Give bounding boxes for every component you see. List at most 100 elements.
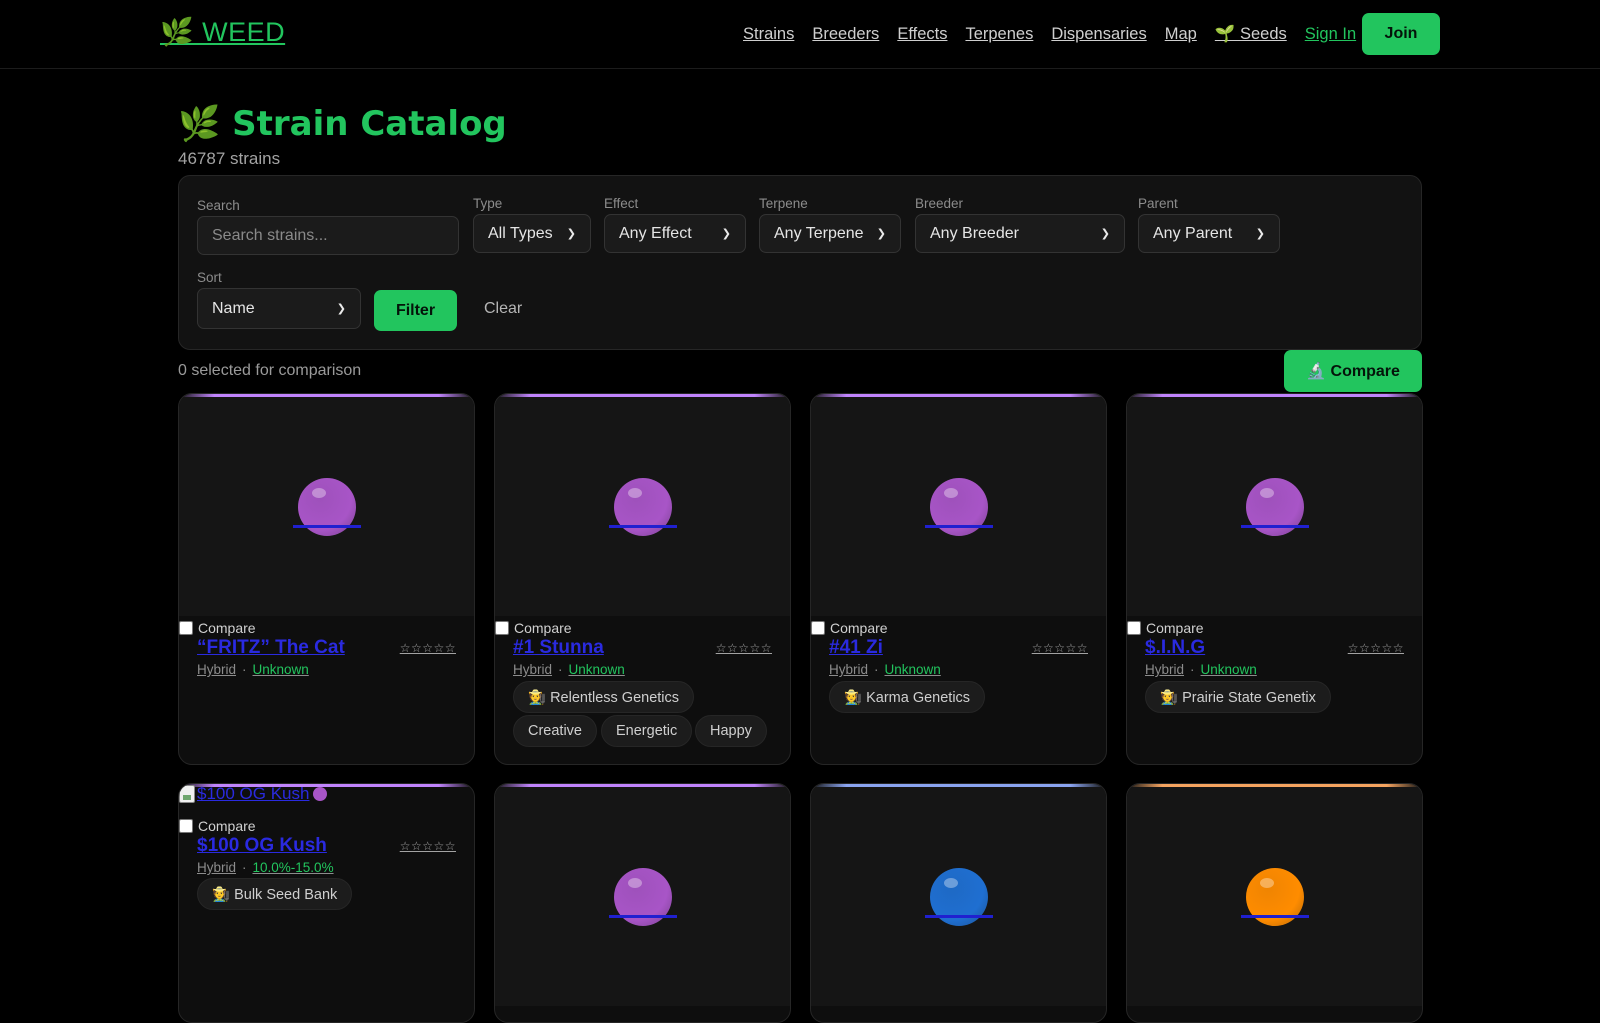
search-group: Search Search strains...: [197, 198, 459, 255]
strain-card: Compare $.I.N.G ☆☆☆☆☆ Hybrid · Unknown 🧑‍🌾…: [1126, 393, 1423, 765]
image-link-underline: [1240, 525, 1309, 528]
broken-image-icon: [179, 785, 195, 803]
filter-button[interactable]: Filter: [374, 290, 457, 331]
nav-sign-in[interactable]: Sign In: [1305, 25, 1356, 44]
compare-button[interactable]: 🔬 Compare: [1284, 350, 1422, 392]
breeder-label: Breeder: [915, 196, 964, 211]
strain-image-placeholder[interactable]: [495, 784, 790, 1006]
strain-image-placeholder[interactable]: [495, 394, 790, 616]
strain-image-placeholder[interactable]: [179, 394, 474, 616]
effect-tag[interactable]: Happy: [695, 715, 767, 747]
chevron-down-icon: ❯: [566, 228, 576, 240]
breeder-pill[interactable]: 🧑‍🌾 Prairie State Genetix: [1145, 681, 1331, 713]
strain-image-placeholder[interactable]: [1127, 784, 1422, 1006]
type-label: Type: [473, 196, 503, 211]
compare-checkbox[interactable]: [811, 621, 825, 635]
nav-seeds[interactable]: 🌱 Seeds: [1215, 25, 1287, 44]
strain-image-placeholder[interactable]: [811, 784, 1106, 1006]
terpene-value: Any Terpene: [774, 224, 864, 242]
strain-card: Compare “FRITZ” The Cat ☆☆☆☆☆ Hybrid · Unk…: [178, 393, 475, 765]
star-rating[interactable]: ☆☆☆☆☆: [1348, 641, 1404, 655]
nav-dispensaries[interactable]: Dispensaries: [1051, 25, 1146, 44]
card-accent-line: [495, 394, 790, 397]
sort-group: Sort Name ❯: [197, 270, 361, 329]
breeder-pill[interactable]: 🧑‍🌾 Relentless Genetics: [513, 681, 695, 713]
broken-image-link[interactable]: $100 OG Kush: [179, 784, 328, 804]
strain-name-link[interactable]: “FRITZ” The Cat: [197, 637, 345, 659]
nav-breeders[interactable]: Breeders: [812, 25, 879, 44]
strain-meta: Hybrid · Unknown: [829, 662, 941, 677]
chevron-down-icon: ❯: [1100, 228, 1110, 240]
image-link-underline: [924, 525, 993, 528]
image-link-underline: [924, 915, 993, 918]
effect-tag[interactable]: Energetic: [601, 715, 693, 747]
compare-label: Compare: [198, 818, 256, 834]
compare-checkbox[interactable]: [179, 621, 193, 635]
compare-label: Compare: [514, 620, 572, 636]
strain-name-link[interactable]: $.I.N.G: [1145, 637, 1205, 659]
compare-checkbox-row[interactable]: Compare: [495, 620, 572, 636]
nav-effects[interactable]: Effects: [897, 25, 947, 44]
nav-map[interactable]: Map: [1165, 25, 1197, 44]
star-rating[interactable]: ☆☆☆☆☆: [400, 641, 456, 655]
terpene-select[interactable]: Any Terpene ❯: [759, 214, 901, 253]
effect-group: Effect Any Effect ❯: [604, 196, 746, 253]
compare-checkbox[interactable]: [179, 819, 193, 833]
effect-select[interactable]: Any Effect ❯: [604, 214, 746, 253]
compare-checkbox[interactable]: [1127, 621, 1141, 635]
search-input[interactable]: Search strains...: [197, 216, 459, 255]
search-label: Search: [197, 198, 240, 213]
image-link-underline: [608, 525, 677, 528]
strain-type: Hybrid: [829, 662, 869, 677]
card-accent-line: [811, 784, 1106, 787]
strain-name-link[interactable]: #41 Zi: [829, 637, 883, 659]
effect-tag[interactable]: Creative: [513, 715, 597, 747]
thc-range: Unknown: [252, 662, 309, 677]
parent-value: Any Parent: [1153, 224, 1233, 242]
nav-terpenes[interactable]: Terpenes: [965, 25, 1033, 44]
type-select[interactable]: All Types ❯: [473, 214, 591, 253]
join-button[interactable]: Join: [1362, 13, 1440, 55]
breeder-select[interactable]: Any Breeder ❯: [915, 214, 1125, 253]
effect-value: Any Effect: [619, 224, 692, 242]
clear-button[interactable]: Clear: [484, 300, 522, 318]
nav-strains[interactable]: Strains: [743, 25, 794, 44]
terpene-group: Terpene Any Terpene ❯: [759, 196, 901, 253]
strain-meta: Hybrid · Unknown: [513, 662, 625, 677]
thc-range: Unknown: [884, 662, 941, 677]
strain-name-link[interactable]: $100 OG Kush: [197, 835, 327, 857]
star-rating[interactable]: ☆☆☆☆☆: [1032, 641, 1088, 655]
thc-range: Unknown: [568, 662, 625, 677]
strain-image-placeholder[interactable]: [1127, 394, 1422, 616]
breeder-pill[interactable]: 🧑‍🌾 Bulk Seed Bank: [197, 878, 353, 910]
compare-checkbox-row[interactable]: Compare: [811, 620, 888, 636]
type-value: All Types: [488, 224, 553, 242]
compare-checkbox-row[interactable]: Compare: [1127, 620, 1204, 636]
strain-card: $100 OG Kush Compare $100 OG Kush ☆☆☆☆☆ …: [178, 783, 475, 1023]
card-accent-line: [811, 394, 1106, 397]
compare-checkbox[interactable]: [495, 621, 509, 635]
purple-orb-icon: [313, 787, 328, 801]
breeder-pill[interactable]: 🧑‍🌾 Karma Genetics: [829, 681, 986, 713]
image-link-underline: [292, 525, 361, 528]
sort-select[interactable]: Name ❯: [197, 288, 361, 329]
compare-checkbox-row[interactable]: Compare: [179, 818, 256, 834]
strain-image-placeholder[interactable]: [811, 394, 1106, 616]
site-logo-link[interactable]: 🌿 WEED: [160, 16, 285, 48]
strain-count: 46787 strains: [178, 149, 281, 168]
strain-card: Compare #41 Zi ☆☆☆☆☆ Hybrid · Unknown 🧑‍🌾 …: [810, 393, 1107, 765]
thc-range: Unknown: [1200, 662, 1257, 677]
page-title: 🌿 Strain Catalog: [178, 104, 507, 144]
compare-label: Compare: [1146, 620, 1204, 636]
compare-checkbox-row[interactable]: Compare: [179, 620, 256, 636]
top-navbar: 🌿 WEED Strains Breeders Effects Terpenes…: [0, 0, 1600, 69]
chevron-down-icon: ❯: [721, 228, 731, 240]
strain-type: Hybrid: [1145, 662, 1185, 677]
star-rating[interactable]: ☆☆☆☆☆: [400, 839, 456, 853]
parent-select[interactable]: Any Parent ❯: [1138, 214, 1280, 253]
strain-meta: Hybrid · Unknown: [1145, 662, 1257, 677]
sort-label: Sort: [197, 270, 222, 285]
strain-name-link[interactable]: #1 Stunna: [513, 637, 604, 659]
star-rating[interactable]: ☆☆☆☆☆: [716, 641, 772, 655]
strain-type: Hybrid: [197, 860, 237, 875]
